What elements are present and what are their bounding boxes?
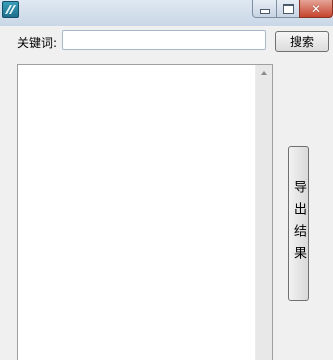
export-results-button[interactable]: 导出结果 bbox=[288, 146, 309, 301]
keyword-label: 关键词: bbox=[17, 36, 58, 50]
title-bar[interactable]: ✕ bbox=[0, 0, 333, 26]
scroll-up-button[interactable] bbox=[256, 65, 272, 81]
close-icon: ✕ bbox=[310, 1, 322, 16]
results-scrollbar[interactable] bbox=[255, 65, 272, 360]
maximize-button[interactable] bbox=[276, 0, 300, 18]
minimize-icon bbox=[259, 8, 270, 14]
app-window: ✕ 关键词: 搜索 导出结果 bbox=[0, 0, 333, 360]
export-results-label: 导出结果 bbox=[291, 179, 306, 268]
keyword-input[interactable] bbox=[62, 30, 266, 50]
results-list[interactable] bbox=[17, 64, 273, 360]
close-button[interactable]: ✕ bbox=[299, 0, 333, 18]
app-icon[interactable] bbox=[2, 1, 19, 18]
minimize-button[interactable] bbox=[252, 0, 277, 18]
search-button[interactable]: 搜索 bbox=[275, 31, 329, 52]
scroll-up-arrow-icon bbox=[261, 71, 267, 75]
maximize-icon bbox=[282, 3, 294, 14]
